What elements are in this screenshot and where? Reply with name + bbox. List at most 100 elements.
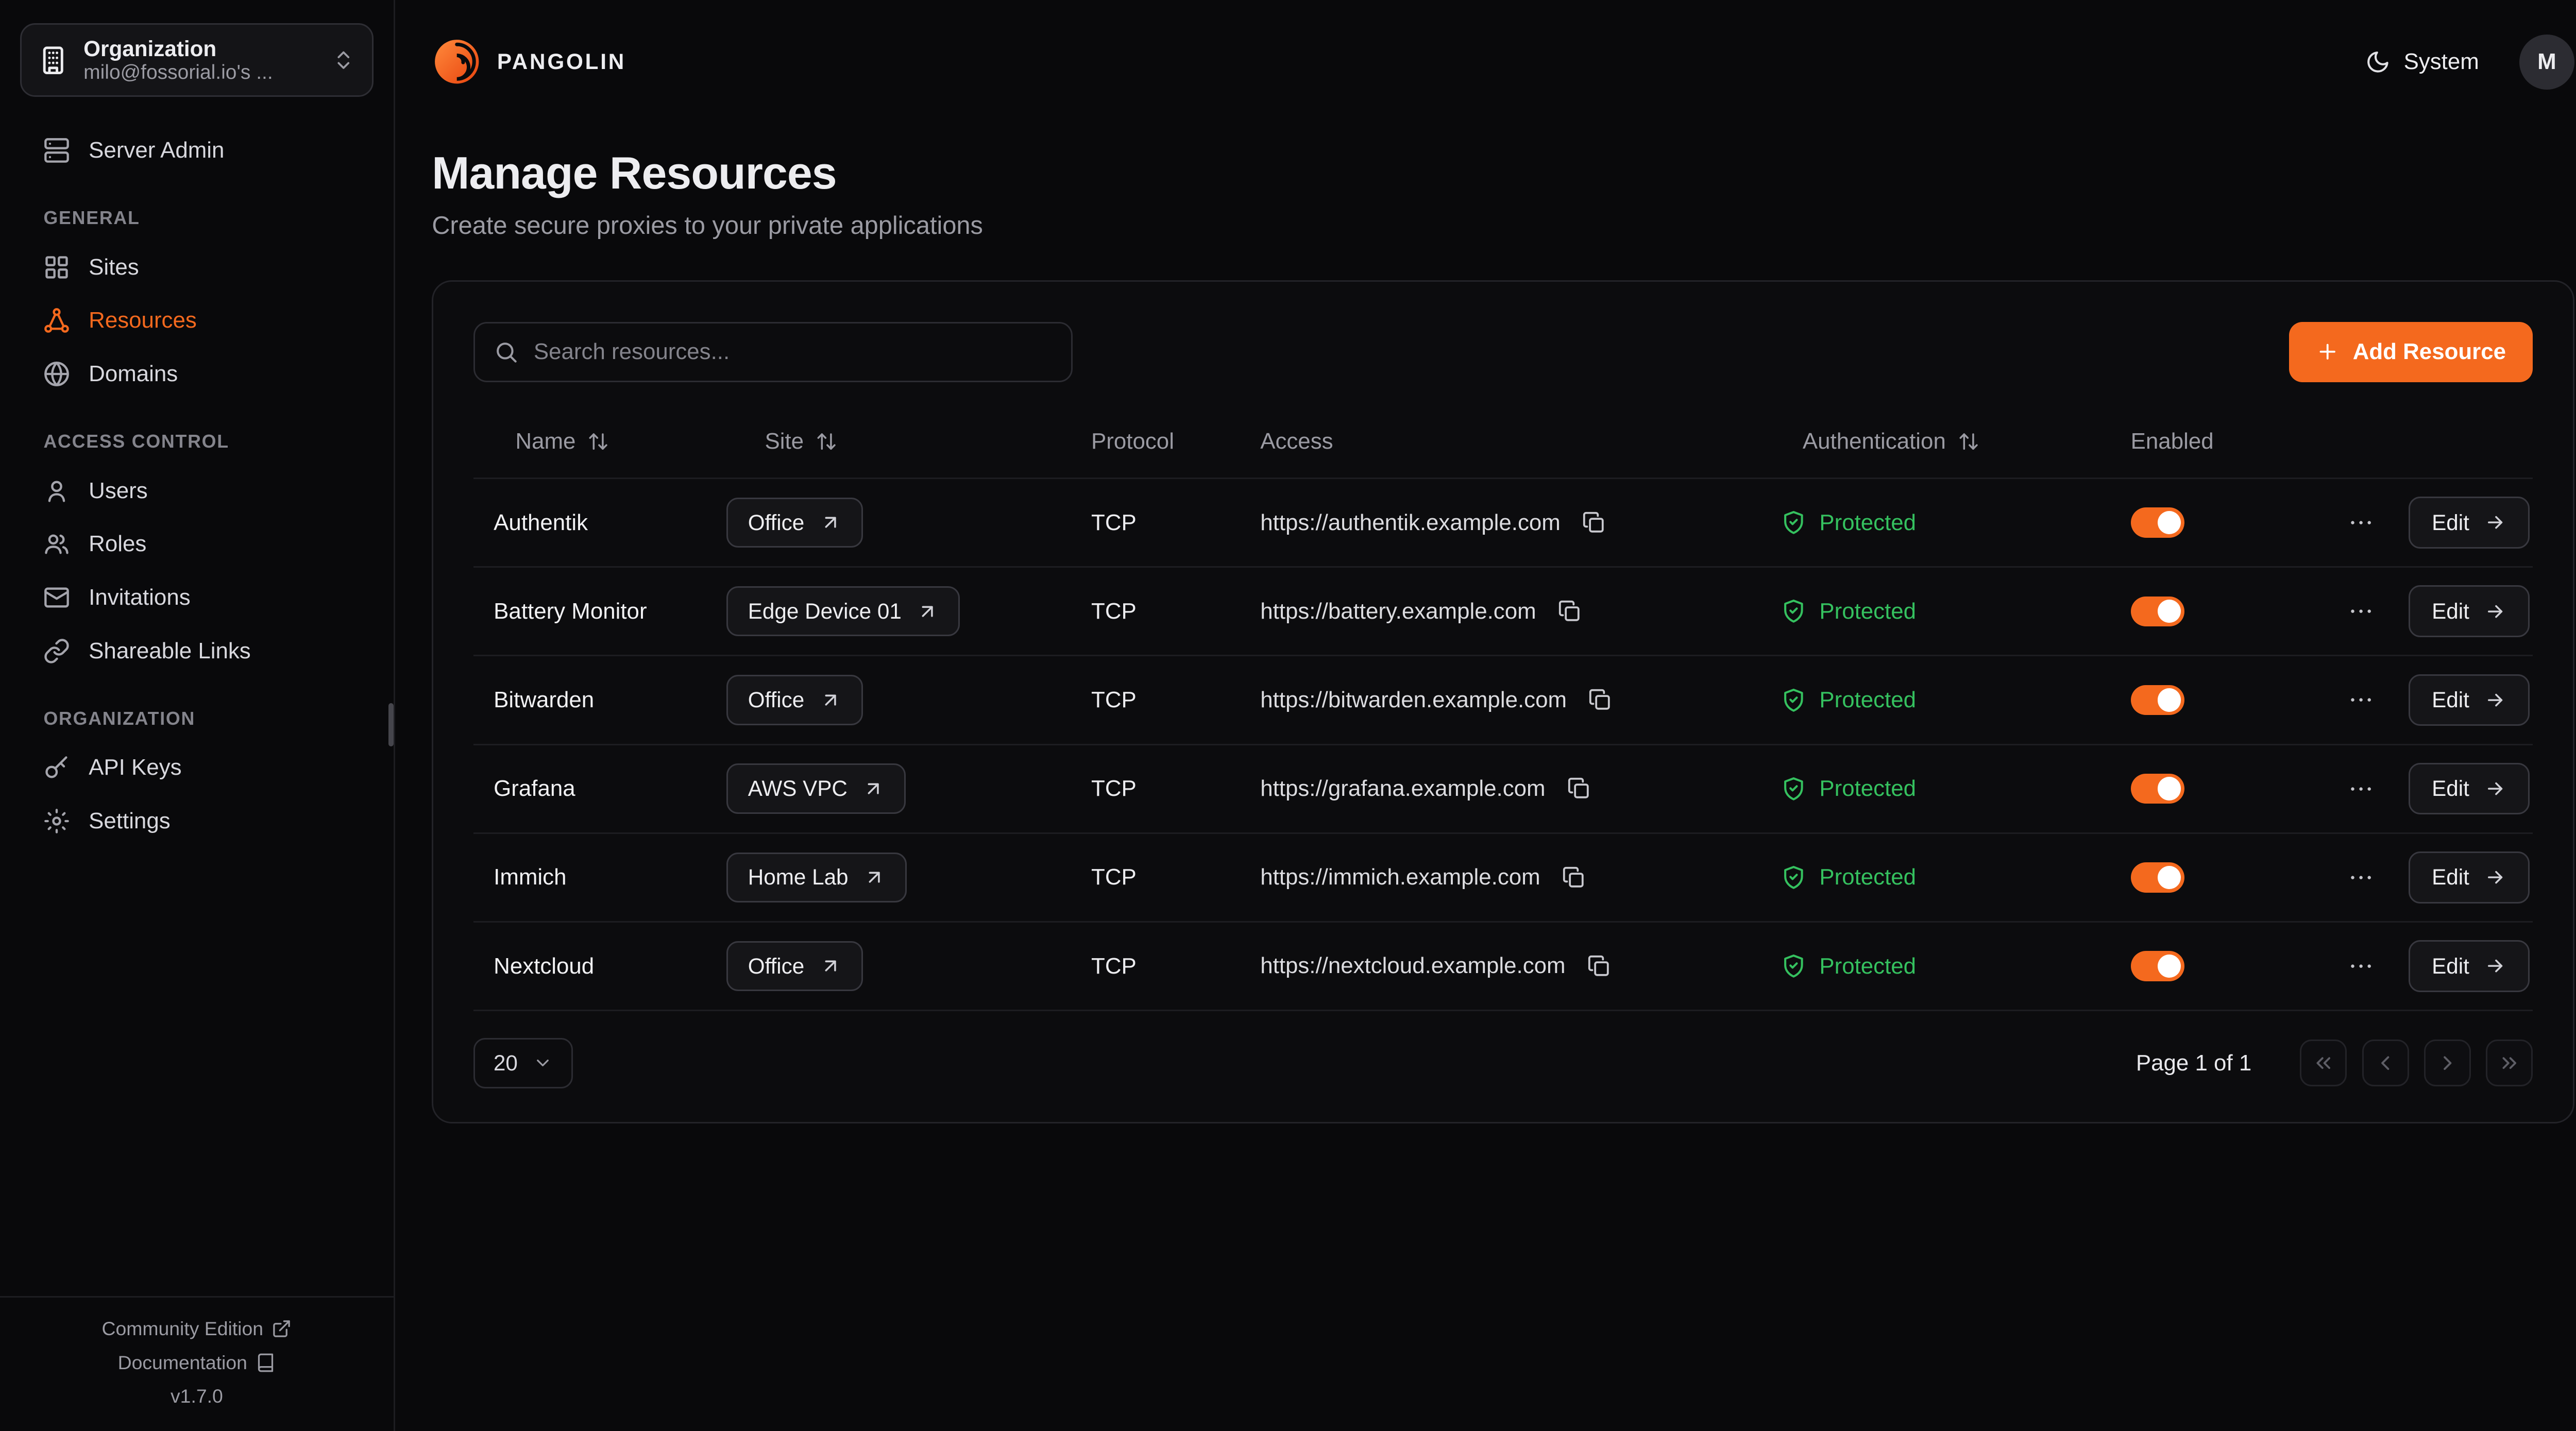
roles-icon xyxy=(43,531,70,557)
row-menu-button[interactable] xyxy=(2343,683,2378,718)
edit-label: Edit xyxy=(2432,776,2469,801)
column-header-label: Name xyxy=(515,429,575,454)
sidebar-item-invitations[interactable]: Invitations xyxy=(0,571,394,624)
sidebar-footer-label: Community Edition xyxy=(102,1318,264,1340)
cell-enabled xyxy=(2111,862,2328,892)
sidebar-scrollbar-thumb[interactable] xyxy=(388,703,394,746)
cell-actions: Edit xyxy=(2328,497,2533,549)
cell-protocol: TCP xyxy=(1071,776,1240,802)
sidebar-footer-item[interactable]: Community Edition xyxy=(102,1318,292,1340)
topbar-right: System M xyxy=(2365,35,2574,90)
add-resource-button[interactable]: Add Resource xyxy=(2289,322,2533,382)
sidebar-item-server-admin[interactable]: Server Admin xyxy=(0,124,394,177)
sidebar-item-roles[interactable]: Roles xyxy=(0,518,394,571)
column-header-label: Authentication xyxy=(1803,429,1946,454)
cell-enabled xyxy=(2111,951,2328,981)
last-page-button[interactable] xyxy=(2486,1040,2533,1086)
avatar-initial: M xyxy=(2537,49,2556,75)
sidebar-footer-item[interactable]: Documentation xyxy=(118,1352,276,1374)
resource-name: Authentik xyxy=(494,510,588,536)
sidebar-item-shareable-links[interactable]: Shareable Links xyxy=(0,624,394,678)
cell-actions: Edit xyxy=(2328,674,2533,726)
copy-url-button[interactable] xyxy=(1585,685,1615,715)
auth-status: Protected xyxy=(1819,687,1916,713)
copy-url-button[interactable] xyxy=(1579,507,1609,537)
column-header-label: Protocol xyxy=(1091,429,1174,454)
prev-page-button[interactable] xyxy=(2362,1040,2409,1086)
enabled-toggle[interactable] xyxy=(2131,951,2184,981)
site-link-button[interactable]: Office xyxy=(726,941,863,991)
sidebar-item-domains[interactable]: Domains xyxy=(0,347,394,401)
arrow-right-icon xyxy=(2484,689,2506,711)
org-picker-title: Organization xyxy=(83,37,316,62)
sidebar-item-api-keys[interactable]: API Keys xyxy=(0,741,394,795)
edit-button[interactable]: Edit xyxy=(2409,851,2530,904)
column-header-label: Site xyxy=(765,429,804,454)
row-menu-button[interactable] xyxy=(2343,594,2378,629)
sidebar-item-label: Domains xyxy=(89,361,178,387)
column-header-site[interactable]: Site xyxy=(723,429,1071,454)
row-menu-button[interactable] xyxy=(2343,948,2378,983)
sidebar-item-users[interactable]: Users xyxy=(0,464,394,518)
sidebar-item-settings[interactable]: Settings xyxy=(0,794,394,848)
enabled-toggle[interactable] xyxy=(2131,507,2184,537)
theme-toggle[interactable]: System xyxy=(2365,49,2479,75)
avatar[interactable]: M xyxy=(2519,35,2574,90)
site-link-button[interactable]: Office xyxy=(726,498,863,548)
site-link-button[interactable]: AWS VPC xyxy=(726,763,906,813)
first-page-button[interactable] xyxy=(2300,1040,2347,1086)
column-header-protocol: Protocol xyxy=(1071,429,1240,454)
edit-button[interactable]: Edit xyxy=(2409,585,2530,637)
sidebar-item-resources[interactable]: Resources xyxy=(0,294,394,347)
next-page-button[interactable] xyxy=(2424,1040,2471,1086)
shield-check-icon xyxy=(1781,510,1806,535)
copy-url-button[interactable] xyxy=(1558,862,1588,892)
brand[interactable]: PANGOLIN xyxy=(432,37,626,87)
site-link-button[interactable]: Home Lab xyxy=(726,853,907,902)
search-box[interactable] xyxy=(473,322,1073,382)
resources-card: Add Resource NameSiteProtocolAccessAuthe… xyxy=(432,280,2574,1123)
enabled-toggle[interactable] xyxy=(2131,862,2184,892)
edit-button[interactable]: Edit xyxy=(2409,674,2530,726)
site-name: AWS VPC xyxy=(748,776,848,801)
site-name: Home Lab xyxy=(748,865,849,890)
site-name: Office xyxy=(748,954,805,979)
cell-name: Immich xyxy=(473,864,723,890)
cell-access: https://battery.example.com xyxy=(1240,597,1760,626)
row-menu-button[interactable] xyxy=(2343,771,2378,806)
enabled-toggle[interactable] xyxy=(2131,774,2184,804)
cell-enabled xyxy=(2111,685,2328,715)
arrow-up-down-icon xyxy=(816,431,837,452)
site-name: Office xyxy=(748,688,805,712)
book-icon xyxy=(256,1353,276,1373)
search-input[interactable] xyxy=(534,339,1053,365)
copy-url-button[interactable] xyxy=(1554,597,1584,626)
chevrons-left-icon xyxy=(2312,1051,2335,1075)
arrow-right-icon xyxy=(2484,512,2506,533)
cell-site: Home Lab xyxy=(723,853,1071,902)
resource-name: Grafana xyxy=(494,776,575,802)
copy-url-button[interactable] xyxy=(1584,951,1614,981)
edit-button[interactable]: Edit xyxy=(2409,763,2530,815)
cell-name: Authentik xyxy=(473,510,723,536)
column-header-authentication[interactable]: Authentication xyxy=(1761,429,2111,454)
cell-authentication: Protected xyxy=(1761,864,2111,890)
page-size-select[interactable]: 20 xyxy=(473,1038,573,1088)
site-link-button[interactable]: Office xyxy=(726,675,863,725)
enabled-toggle[interactable] xyxy=(2131,597,2184,626)
row-menu-button[interactable] xyxy=(2343,505,2378,540)
row-menu-button[interactable] xyxy=(2343,860,2378,895)
copy-url-button[interactable] xyxy=(1564,774,1594,804)
ellipsis-icon xyxy=(2347,952,2375,980)
table-row: Bitwarden Office TCP https://bitwarden.e… xyxy=(473,656,2533,745)
sidebar-item-sites[interactable]: Sites xyxy=(0,241,394,294)
org-picker[interactable]: Organization milo@fossorial.io's ... xyxy=(20,23,374,97)
edit-button[interactable]: Edit xyxy=(2409,497,2530,549)
enabled-toggle[interactable] xyxy=(2131,685,2184,715)
link-icon xyxy=(43,638,70,665)
cell-authentication: Protected xyxy=(1761,599,2111,624)
site-link-button[interactable]: Edge Device 01 xyxy=(726,586,960,636)
copy-icon xyxy=(1588,688,1612,711)
edit-button[interactable]: Edit xyxy=(2409,940,2530,992)
column-header-name[interactable]: Name xyxy=(473,429,723,454)
